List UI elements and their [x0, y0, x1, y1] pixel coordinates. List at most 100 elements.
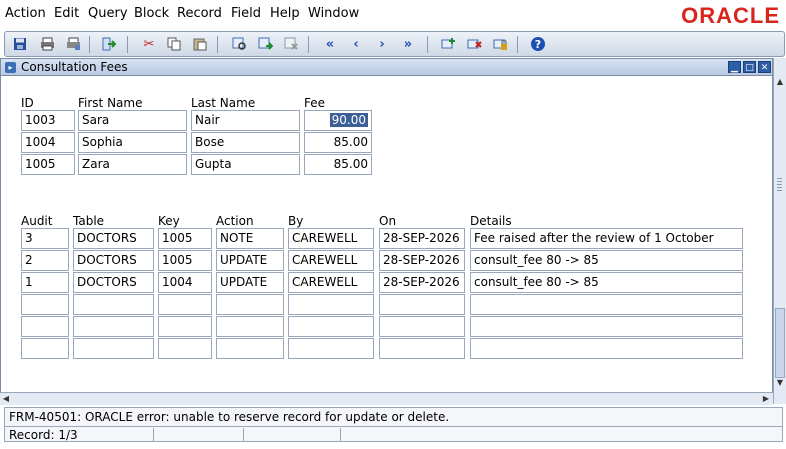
menu-edit[interactable]: Edit — [54, 6, 79, 21]
by-field[interactable] — [288, 316, 374, 337]
menu-query[interactable]: Query — [88, 6, 128, 21]
details-field[interactable] — [470, 316, 743, 337]
execute-query-icon[interactable] — [256, 35, 274, 53]
action-field[interactable]: UPDATE — [216, 272, 284, 293]
header-last-name: Last Name — [191, 96, 256, 110]
key-field[interactable]: 1005 — [158, 228, 212, 249]
scroll-right-icon[interactable]: ▶ — [760, 393, 772, 405]
cancel-query-icon[interactable] — [282, 35, 300, 53]
window-title-bar[interactable]: ▸ Consultation Fees ▁ □ ✕ — [1, 59, 772, 76]
action-field[interactable] — [216, 316, 284, 337]
on-field[interactable]: 28-SEP-2026 — [379, 228, 465, 249]
details-field[interactable] — [470, 294, 743, 315]
minimize-icon[interactable]: ▁ — [728, 61, 741, 73]
last-name-field[interactable]: Bose — [191, 132, 300, 153]
header-audit: Audit — [21, 214, 53, 228]
menu-action[interactable]: Action — [5, 6, 46, 21]
id-field[interactable]: 1004 — [21, 132, 75, 153]
print-setup-icon[interactable] — [64, 35, 82, 53]
table-field[interactable]: DOCTORS — [73, 272, 154, 293]
action-field[interactable]: NOTE — [216, 228, 284, 249]
save-icon[interactable] — [11, 35, 29, 53]
details-field[interactable]: Fee raised after the review of 1 October — [470, 228, 743, 249]
by-field[interactable]: CAREWELL — [288, 272, 374, 293]
table-field[interactable]: DOCTORS — [73, 250, 154, 271]
header-first-name: First Name — [78, 96, 143, 110]
on-field[interactable] — [379, 338, 465, 359]
insert-record-icon[interactable] — [439, 35, 457, 53]
action-field[interactable] — [216, 338, 284, 359]
action-field[interactable] — [216, 294, 284, 315]
action-field[interactable]: UPDATE — [216, 250, 284, 271]
key-field[interactable]: 1005 — [158, 250, 212, 271]
menu-help[interactable]: Help — [270, 6, 300, 21]
cut-icon[interactable]: ✂ — [140, 35, 158, 53]
on-field[interactable] — [379, 294, 465, 315]
status-message: FRM-40501: ORACLE error: unable to reser… — [9, 410, 450, 424]
paste-icon[interactable] — [191, 35, 209, 53]
header-by: By — [288, 214, 304, 228]
table-field[interactable] — [73, 294, 154, 315]
audit-field[interactable] — [21, 316, 69, 337]
horizontal-scrollbar[interactable]: ◀ ▶ — [0, 392, 773, 405]
previous-record-icon[interactable]: ‹ — [347, 35, 365, 53]
toolbar-separator — [127, 36, 128, 53]
scroll-left-icon[interactable]: ◀ — [0, 393, 12, 405]
on-field[interactable] — [379, 316, 465, 337]
audit-field[interactable] — [21, 338, 69, 359]
by-field[interactable] — [288, 338, 374, 359]
on-field[interactable]: 28-SEP-2026 — [379, 250, 465, 271]
on-field[interactable]: 28-SEP-2026 — [379, 272, 465, 293]
scroll-up-icon[interactable]: ▲ — [774, 76, 786, 88]
details-field[interactable] — [470, 338, 743, 359]
table-field[interactable] — [73, 338, 154, 359]
last-name-field[interactable]: Nair — [191, 110, 300, 131]
details-field[interactable]: consult_fee 80 -> 85 — [470, 250, 743, 271]
menu-window[interactable]: Window — [308, 6, 359, 21]
fee-field[interactable]: 85.00 — [304, 154, 372, 175]
delete-record-icon[interactable] — [465, 35, 483, 53]
last-record-icon[interactable]: » — [399, 35, 417, 53]
by-field[interactable] — [288, 294, 374, 315]
audit-field[interactable]: 2 — [21, 250, 69, 271]
oracle-logo: ORACLE — [681, 3, 780, 28]
help-icon[interactable]: ? — [529, 35, 547, 53]
audit-field[interactable]: 3 — [21, 228, 69, 249]
menu-block[interactable]: Block — [134, 6, 169, 21]
by-field[interactable]: CAREWELL — [288, 250, 374, 271]
table-field[interactable]: DOCTORS — [73, 228, 154, 249]
exit-icon[interactable] — [100, 35, 118, 53]
vertical-scrollbar[interactable]: ▲ ▼ — [773, 58, 786, 404]
menu-record[interactable]: Record — [177, 6, 222, 21]
first-name-field[interactable]: Sara — [78, 110, 187, 131]
key-field[interactable] — [158, 294, 212, 315]
maximize-icon[interactable]: □ — [743, 61, 756, 73]
key-field[interactable]: 1004 — [158, 272, 212, 293]
scroll-thumb[interactable] — [775, 308, 785, 378]
first-name-field[interactable]: Zara — [78, 154, 187, 175]
scroll-down-icon[interactable]: ▼ — [774, 377, 786, 389]
details-field[interactable]: consult_fee 80 -> 85 — [470, 272, 743, 293]
key-field[interactable] — [158, 316, 212, 337]
id-field[interactable]: 1005 — [21, 154, 75, 175]
by-field[interactable]: CAREWELL — [288, 228, 374, 249]
first-record-icon[interactable]: « — [321, 35, 339, 53]
enter-query-icon[interactable] — [230, 35, 248, 53]
id-field[interactable]: 1003 — [21, 110, 75, 131]
lock-record-icon[interactable] — [491, 35, 509, 53]
audit-field[interactable]: 1 — [21, 272, 69, 293]
next-record-icon[interactable]: › — [373, 35, 391, 53]
audit-field[interactable] — [21, 294, 69, 315]
menu-field[interactable]: Field — [231, 6, 261, 21]
table-field[interactable] — [73, 316, 154, 337]
close-icon[interactable]: ✕ — [758, 61, 771, 73]
fee-field[interactable]: 85.00 — [304, 132, 372, 153]
key-field[interactable] — [158, 338, 212, 359]
last-name-field[interactable]: Gupta — [191, 154, 300, 175]
copy-icon[interactable] — [165, 35, 183, 53]
first-name-field[interactable]: Sophia — [78, 132, 187, 153]
fee-field[interactable]: 90.00 — [304, 110, 372, 131]
print-icon[interactable] — [38, 35, 56, 53]
toolbar-separator — [517, 36, 518, 53]
header-details: Details — [470, 214, 512, 228]
